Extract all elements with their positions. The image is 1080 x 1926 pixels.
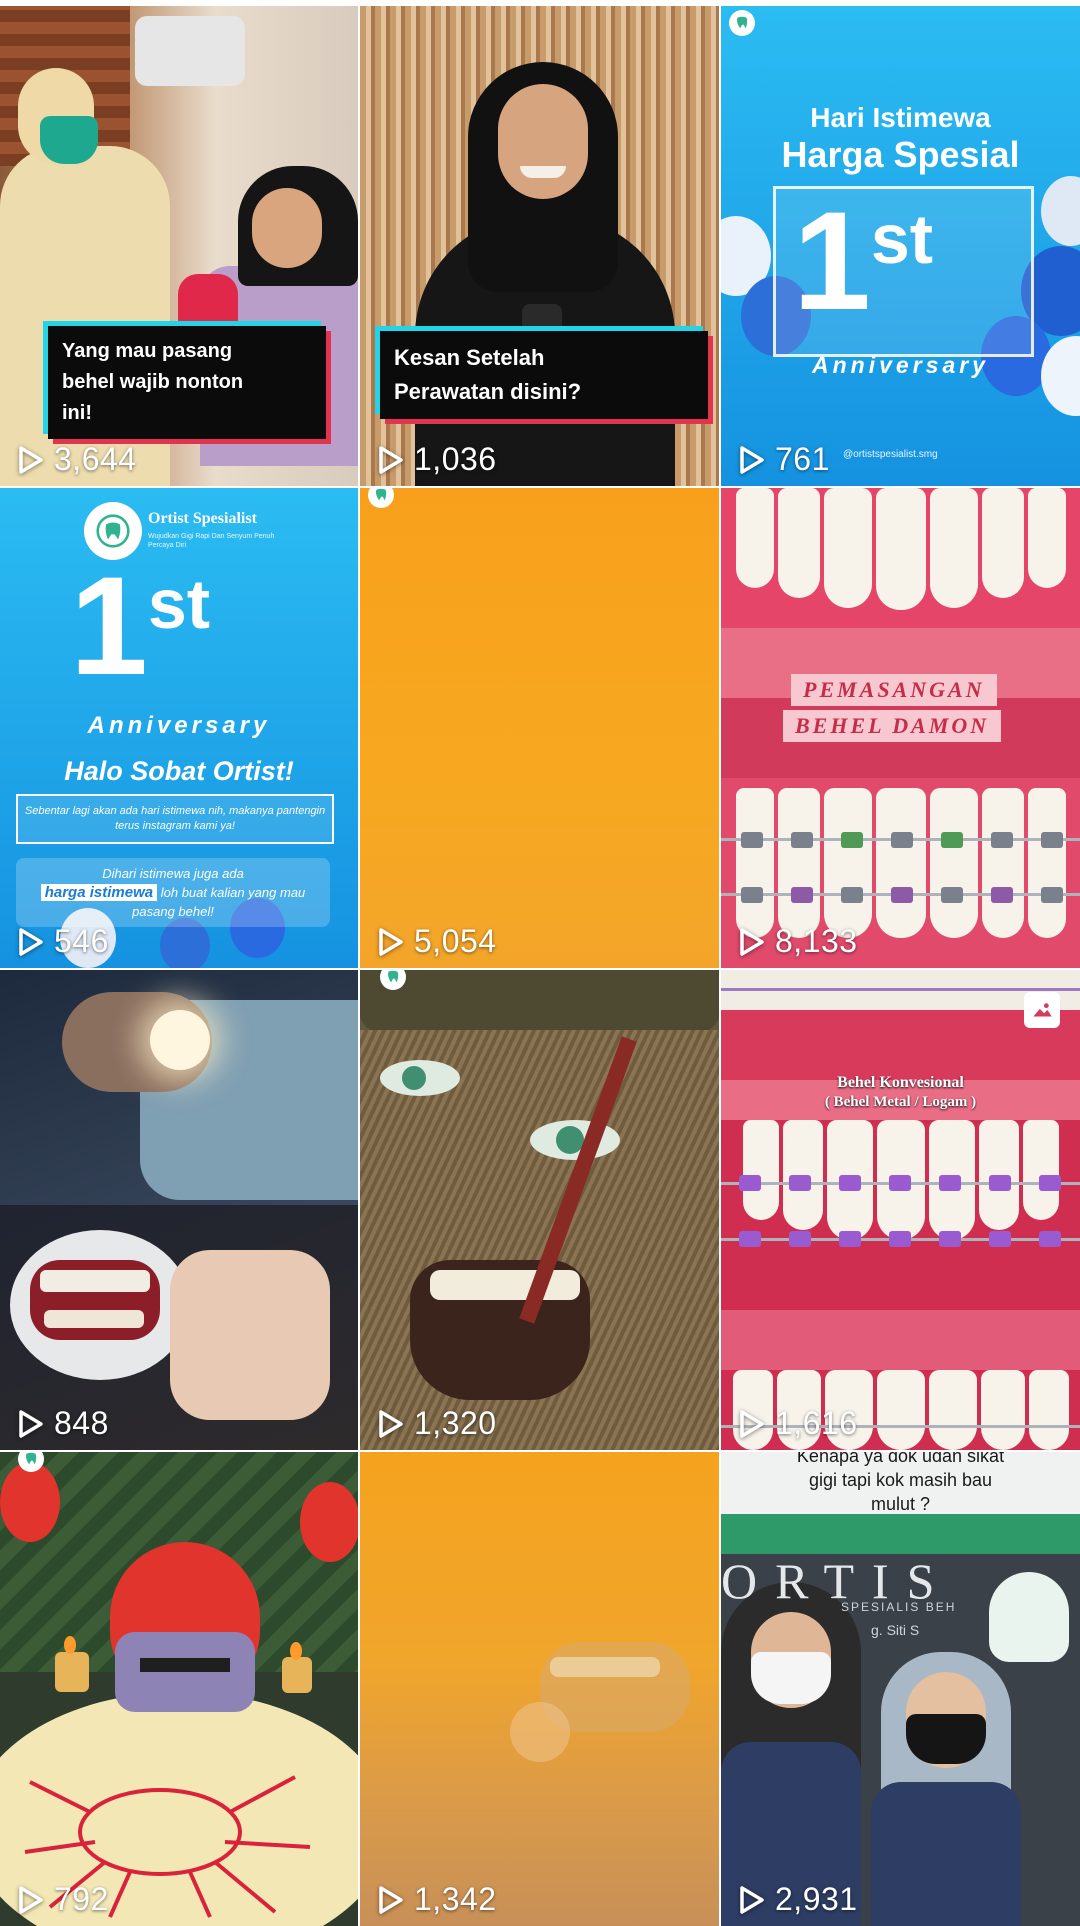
info-text: loh buat kalian yang mau pasang behel! — [132, 885, 306, 919]
view-count-text: 3,644 — [54, 441, 137, 477]
view-count-text: 848 — [54, 1405, 109, 1441]
anniversary-digit: 1 — [70, 547, 148, 704]
view-count-text: 2,931 — [775, 1881, 858, 1917]
view-count-text: 1,616 — [775, 1405, 858, 1441]
anniversary-suffix: st — [147, 565, 211, 643]
play-icon — [19, 445, 43, 474]
view-count: 546 — [18, 923, 109, 960]
video-tile[interactable]: 792 — [0, 1452, 358, 1926]
info-box: Sebentar lagi akan ada hari istimewa nih… — [16, 794, 334, 844]
thumbnail — [721, 970, 1080, 1450]
view-count-text: 8,133 — [775, 923, 858, 959]
brand-tagline: Wujudkan Gigi Rapi Dan Senyum Penuh Perc… — [148, 533, 275, 549]
anniversary-number: 1st — [70, 556, 210, 696]
thumbnail — [360, 1452, 719, 1926]
caption-line: behel wajib nonton — [62, 371, 244, 393]
thumbnail — [0, 970, 358, 1450]
overlay-label: PEMASANGAN — [791, 674, 997, 706]
info-highlight: harga istimewa — [40, 884, 158, 901]
video-tile[interactable]: Hari Istimewa Harga Spesial 1st Annivers… — [721, 6, 1080, 486]
tooth-logo-icon — [96, 514, 130, 548]
brand-name: Ortist Spesialist — [148, 510, 257, 527]
caption-line: ini! — [62, 402, 92, 424]
video-tile[interactable]: Kesan Setelah Perawatan disini? 1,036 — [360, 6, 719, 486]
view-count: 761 — [739, 441, 830, 478]
view-count-text: 1,342 — [414, 1881, 497, 1917]
video-tile[interactable]: Behel Konvesional ( Behel Metal / Logam … — [721, 970, 1080, 1450]
play-icon — [379, 1885, 403, 1914]
info-box: Dihari istimewa juga ada harga istimewa … — [16, 858, 330, 927]
view-count: 792 — [18, 1881, 109, 1918]
anniversary-number: 1st — [793, 191, 933, 331]
caption-line: Kesan Setelah — [394, 345, 545, 370]
greeting: Halo Sobat Ortist! — [64, 756, 294, 786]
view-count: 1,320 — [378, 1405, 497, 1442]
info-text: Dihari istimewa juga ada — [102, 866, 244, 881]
play-icon — [19, 1885, 43, 1914]
video-tile[interactable]: 1,342 — [360, 1452, 719, 1926]
view-count-text: 792 — [54, 1881, 109, 1917]
view-count: 1,342 — [378, 1881, 497, 1918]
anniversary-digit: 1 — [793, 182, 871, 339]
view-count-text: 546 — [54, 923, 109, 959]
video-tile[interactable]: 1,320 — [360, 970, 719, 1450]
play-icon — [379, 445, 403, 474]
thumbnail — [0, 1452, 358, 1926]
play-icon — [379, 927, 403, 956]
promo-line: Hari Istimewa — [810, 102, 991, 133]
view-count: 3,644 — [18, 441, 137, 478]
view-count: 2,931 — [739, 1881, 858, 1918]
view-count: 848 — [18, 1405, 109, 1442]
view-count: 1,616 — [739, 1405, 858, 1442]
anniversary-text: Anniversary — [87, 712, 271, 739]
view-count: 5,054 — [378, 923, 497, 960]
view-count-text: 761 — [775, 441, 830, 477]
play-icon — [740, 445, 764, 474]
anniversary-suffix: st — [870, 200, 934, 278]
play-icon — [740, 1409, 764, 1438]
play-icon — [19, 927, 43, 956]
thumbnail — [721, 1452, 1080, 1926]
caption-line: Perawatan disini? — [394, 379, 582, 405]
promo-line: Harga Spesial — [781, 134, 1020, 175]
overlay-label: BEHEL DAMON — [783, 710, 1002, 742]
view-count: 8,133 — [739, 923, 858, 960]
video-tile[interactable]: 5,054 — [360, 488, 719, 968]
video-tile[interactable]: 848 — [0, 970, 358, 1450]
tooth-logo-icon — [729, 10, 755, 36]
play-icon — [740, 1885, 764, 1914]
thumbnail — [360, 970, 719, 1450]
anniversary-text: Anniversary — [812, 352, 989, 378]
caption-line: mulut ? — [870, 1494, 931, 1514]
caption-box: Kesan Setelah Perawatan disini? — [380, 331, 708, 420]
clinic-sign-sub: SPESIALIS BEH — [841, 1600, 957, 1614]
view-count-text: 1,320 — [414, 1405, 497, 1441]
play-icon — [379, 1409, 403, 1438]
caption-box: Yang mau pasang behel wajib nonton ini! — [48, 326, 326, 439]
video-grid: Yang mau pasang behel wajib nonton ini! … — [0, 6, 1080, 1926]
view-count-text: 1,036 — [414, 441, 497, 477]
video-tile[interactable]: Ortist Spesialist Wujudkan Gigi Rapi Dan… — [0, 488, 358, 968]
caption-line: Kenapa ya dok udah sikat — [796, 1452, 1005, 1466]
video-tile[interactable]: ORTIS SPESIALIS BEH g. Siti S Kenapa ya … — [721, 1452, 1080, 1926]
clinic-sign-name: g. Siti S — [871, 1622, 920, 1638]
overlay-title: Behel Konvesional — [837, 1074, 964, 1091]
gallery-icon — [1024, 992, 1060, 1028]
caption-line: gigi tapi kok masih bau — [808, 1470, 993, 1490]
view-count: 1,036 — [378, 441, 497, 478]
tooth-logo-icon — [368, 488, 394, 508]
video-tile[interactable]: Yang mau pasang behel wajib nonton ini! … — [0, 6, 358, 486]
handle-text: @ortistspesialist.smg — [843, 449, 938, 460]
play-icon — [740, 927, 764, 956]
video-tile[interactable]: PEMASANGAN BEHEL DAMON 8,133 — [721, 488, 1080, 968]
view-count-text: 5,054 — [414, 923, 497, 959]
play-icon — [19, 1409, 43, 1438]
caption-line: Yang mau pasang — [62, 340, 233, 362]
overlay-subtitle: ( Behel Metal / Logam ) — [824, 1094, 977, 1110]
